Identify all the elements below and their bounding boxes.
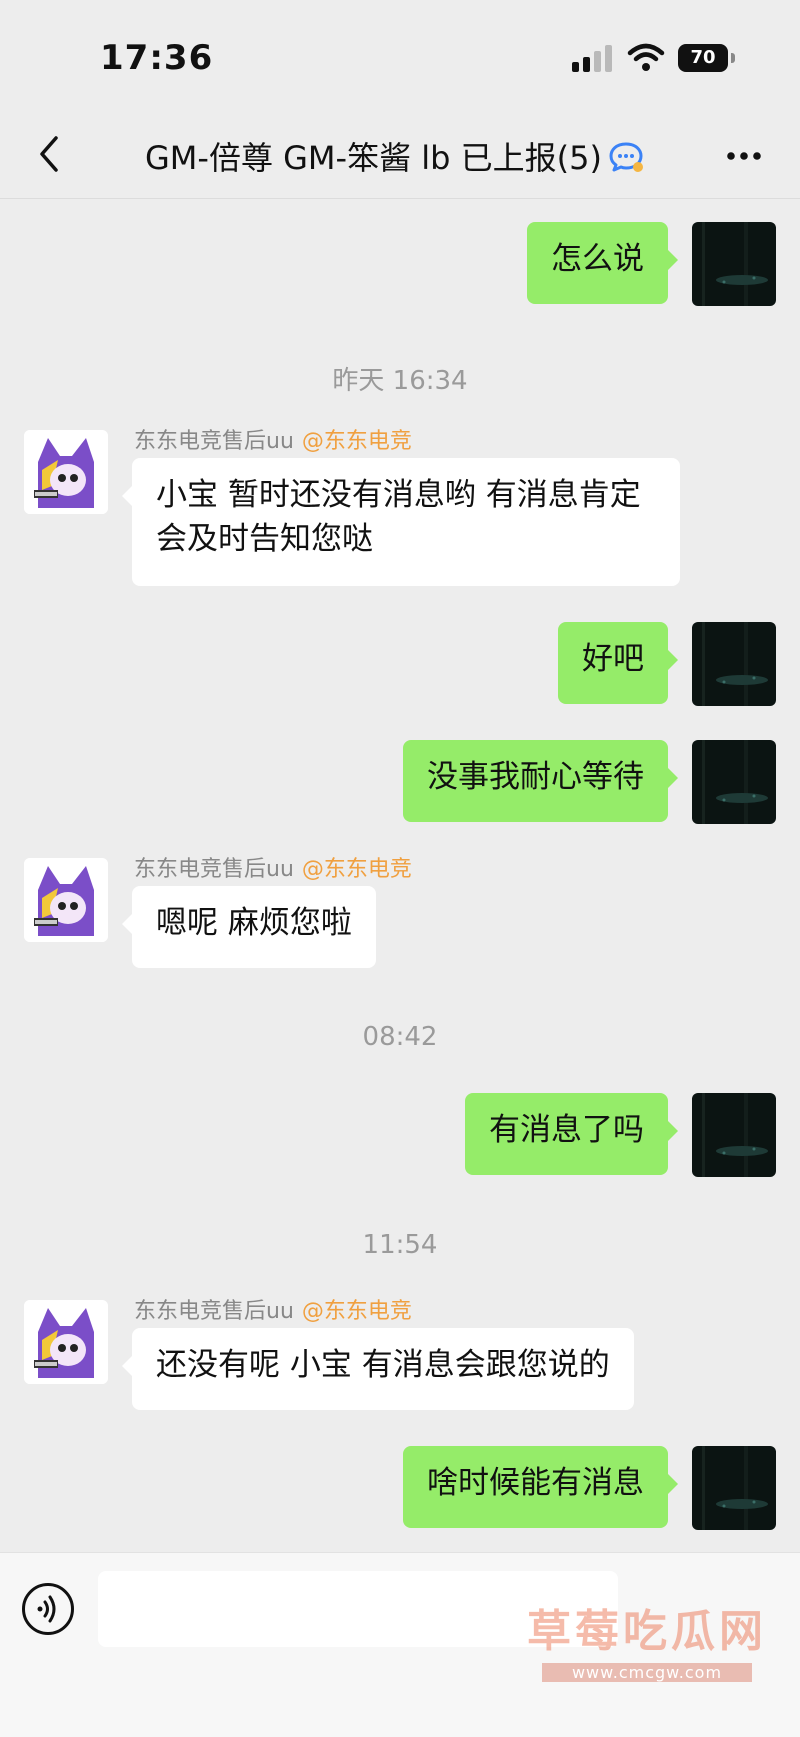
- battery-icon: 70: [678, 44, 735, 72]
- sender-tag: @东东电竞: [301, 857, 412, 882]
- message-text: 小宝 暂时还没有消息哟 有消息肯定会及时告知您哒: [156, 477, 641, 557]
- timestamp: 昨天 16:34: [332, 366, 468, 396]
- my-avatar[interactable]: [692, 622, 776, 706]
- incoming-message[interactable]: 还没有呢 小宝 有消息会跟您说的: [122, 1328, 634, 1410]
- sender-name-text: 东东电竞售后uu: [134, 429, 294, 454]
- sender-name-text: 东东电竞售后uu: [134, 1299, 294, 1324]
- watermark: 草莓吃瓜网 www.cmcgw.com: [512, 1595, 782, 1682]
- sender-name: 东东电竞售后uu @东东电竞: [134, 851, 412, 883]
- incoming-message[interactable]: 小宝 暂时还没有消息哟 有消息肯定会及时告知您哒: [122, 458, 680, 586]
- message-text: 怎么说: [551, 241, 644, 277]
- message-text: 啥时候能有消息: [427, 1465, 644, 1501]
- message-text: 还没有呢 小宝 有消息会跟您说的: [156, 1347, 610, 1383]
- watermark-text: 草莓吃瓜网: [527, 1606, 767, 1657]
- contact-avatar[interactable]: [24, 858, 108, 942]
- my-avatar[interactable]: [692, 222, 776, 306]
- sender-tag: @东东电竞: [301, 429, 412, 454]
- message-text: 嗯呢 麻烦您啦: [156, 905, 352, 941]
- my-avatar[interactable]: [692, 1093, 776, 1177]
- chat-header: GM-倍尊 GM-笨酱 lb 已上报(5): [0, 120, 800, 199]
- timestamp: 08:42: [362, 1022, 438, 1052]
- sender-name: 东东电竞售后uu @东东电竞: [134, 1293, 412, 1325]
- chat-title: GM-倍尊 GM-笨酱 lb 已上报(5): [145, 139, 602, 177]
- input-bar: 草莓吃瓜网 www.cmcgw.com: [0, 1552, 800, 1737]
- chat-bubble-icon[interactable]: [608, 140, 644, 172]
- status-bar: 17:36 70: [0, 0, 800, 120]
- message-text: 没事我耐心等待: [427, 759, 644, 795]
- contact-avatar[interactable]: [24, 430, 108, 514]
- timestamp: 11:54: [362, 1230, 438, 1260]
- message-text: 好吧: [582, 641, 644, 677]
- outgoing-message[interactable]: 没事我耐心等待: [403, 740, 678, 822]
- sender-name: 东东电竞售后uu @东东电竞: [134, 423, 412, 455]
- my-avatar[interactable]: [692, 740, 776, 824]
- wifi-icon: [627, 43, 665, 71]
- outgoing-message[interactable]: 有消息了吗: [465, 1093, 678, 1175]
- my-avatar[interactable]: [692, 1446, 776, 1530]
- more-icon[interactable]: [722, 134, 766, 178]
- header-title-area: GM-倍尊 GM-笨酱 lb 已上报(5): [145, 134, 644, 178]
- back-chevron-icon[interactable]: [30, 134, 70, 174]
- voice-icon: [37, 1595, 56, 1623]
- voice-toggle-button[interactable]: [22, 1583, 74, 1635]
- sender-tag: @东东电竞: [301, 1299, 412, 1324]
- outgoing-message[interactable]: 啥时候能有消息: [403, 1446, 678, 1528]
- signal-icon: [572, 44, 616, 72]
- outgoing-message[interactable]: 怎么说: [527, 222, 678, 304]
- sender-name-text: 东东电竞售后uu: [134, 857, 294, 882]
- contact-avatar[interactable]: [24, 1300, 108, 1384]
- status-time: 17:36: [100, 38, 214, 78]
- watermark-url: www.cmcgw.com: [542, 1663, 752, 1682]
- incoming-message[interactable]: 嗯呢 麻烦您啦: [122, 886, 376, 968]
- outgoing-message[interactable]: 好吧: [558, 622, 678, 704]
- message-text: 有消息了吗: [489, 1112, 644, 1148]
